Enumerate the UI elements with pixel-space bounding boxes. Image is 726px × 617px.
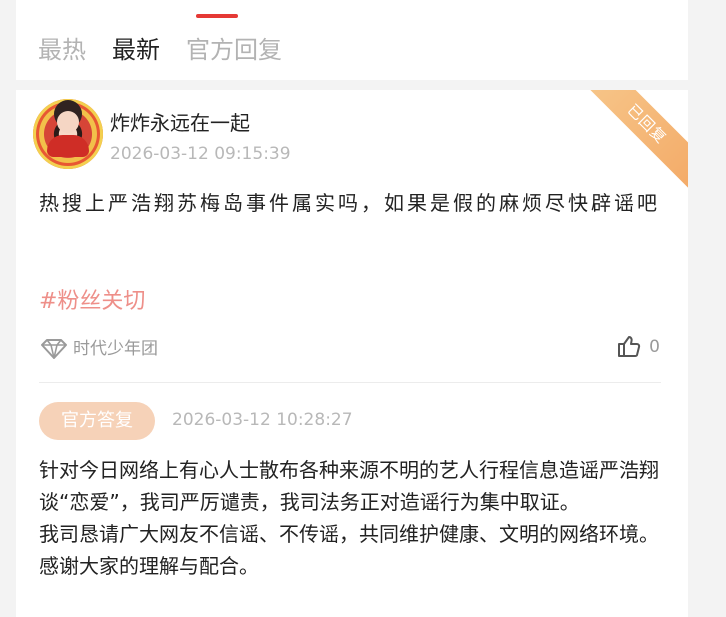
- like-count: 0: [649, 336, 660, 357]
- group-link[interactable]: 时代少年团: [39, 337, 158, 361]
- thumbs-up-icon: [616, 334, 641, 359]
- official-reply-text: 针对今日网络上有心人士散布各种来源不明的艺人行程信息造谣严浩翔谈“恋爱”，我司严…: [39, 454, 667, 582]
- replied-ribbon: 已回复: [575, 90, 688, 196]
- group-name: 时代少年团: [73, 339, 158, 359]
- reply-paragraph: 我司恳请广大网友不信谣、不传谣，共同维护健康、文明的网络环境。感谢大家的理解与配…: [39, 522, 659, 578]
- tab-new[interactable]: 最新: [112, 34, 160, 66]
- topic-tag[interactable]: #粉丝关切: [39, 287, 145, 317]
- tab-official-reply[interactable]: 官方回复: [186, 34, 282, 66]
- official-reply-badge: 官方答复: [39, 402, 155, 440]
- post-body: 热搜上严浩翔苏梅岛事件属实吗，如果是假的麻烦尽快辟谣吧: [39, 191, 660, 215]
- reply-time: 2026-03-12 10:28:27: [172, 410, 353, 430]
- tab-bar: 最热 最新 官方回复: [16, 0, 688, 80]
- diamond-icon: [39, 337, 69, 361]
- tab-hot[interactable]: 最热: [38, 34, 86, 66]
- post-card: 已回复 炸炸永远在一起 2026-03-12 09:15:39 热搜上严浩翔苏梅…: [16, 90, 688, 617]
- divider: [39, 382, 661, 383]
- active-tab-indicator: [196, 14, 238, 18]
- screen: 最热 最新 官方回复 已回复 炸炸永远在一起 2026-03-12 09:15:…: [0, 0, 726, 617]
- username[interactable]: 炸炸永远在一起: [110, 109, 250, 137]
- post-time: 2026-03-12 09:15:39: [110, 144, 291, 164]
- avatar[interactable]: [33, 99, 103, 169]
- like-button[interactable]: 0: [616, 334, 660, 359]
- reply-paragraph: 针对今日网络上有心人士散布各种来源不明的艺人行程信息造谣严浩翔谈“恋爱”，我司严…: [39, 458, 659, 514]
